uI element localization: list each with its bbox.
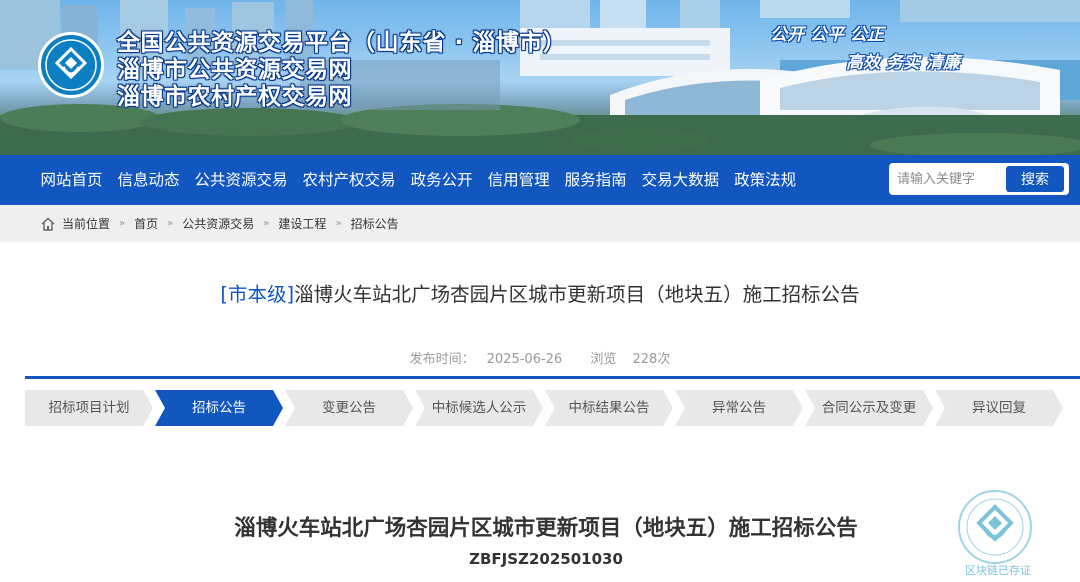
slogan-line1: 公开 公平 公正 [770,25,884,45]
nav-item-gov-affairs[interactable]: 政务公开 [403,155,480,205]
document-title: 淄博火车站北广场杏园片区城市更新项目（地块五）施工招标公告 [234,516,858,541]
divider [25,376,1080,379]
search-input[interactable] [897,167,997,191]
breadcrumb-label: 当前位置 [62,217,111,231]
page-title-text: 淄博火车站北广场杏园片区城市更新项目（地块五）施工招标公告 [294,283,860,306]
publish-date: 2025-06-26 [486,352,563,367]
chevron-right-icon: » [263,218,270,229]
chevron-right-icon: » [335,218,342,229]
breadcrumb-tender-notice[interactable]: 招标公告 [351,215,399,232]
site-logo[interactable] [38,32,104,98]
tab-award-result[interactable]: 中标结果公告 [545,390,673,426]
breadcrumb-construction[interactable]: 建设工程 [278,215,326,232]
tab-project-plan[interactable]: 招标项目计划 [25,390,153,426]
process-tabs: 招标项目计划 招标公告 变更公告 中标候选人公示 中标结果公告 异常公告 合同公… [25,390,1080,426]
site-title-rural: 淄博市农村产权交易网 [117,84,352,110]
nav-item-public-resource[interactable]: 公共资源交易 [187,155,295,205]
search-box: 搜索 [889,163,1069,195]
tab-exception-notice[interactable]: 异常公告 [675,390,803,426]
site-title-national: 全国公共资源交易平台（山东省 · 淄博市） [117,30,567,56]
slogan-line2: 高效 务实 清廉 [846,53,960,73]
chevron-right-icon: » [167,218,174,229]
document-code: ZBFJSZ202501030 [469,550,623,568]
tab-change-notice[interactable]: 变更公告 [285,390,413,426]
nav-item-policy[interactable]: 政策法规 [727,155,804,205]
search-button[interactable]: 搜索 [1006,166,1064,192]
chevron-right-icon: » [119,218,126,229]
tab-objection-reply[interactable]: 异议回复 [935,390,1063,426]
publish-label: 发布时间： [409,352,475,367]
breadcrumb-public-resource[interactable]: 公共资源交易 [182,215,254,232]
tab-candidate-publicity[interactable]: 中标候选人公示 [415,390,543,426]
page-title: [市本级]淄博火车站北广场杏园片区城市更新项目（地块五）施工招标公告 [0,278,1080,307]
nav-items: 网站首页 信息动态 公共资源交易 农村产权交易 政务公开 信用管理 服务指南 交… [33,155,804,205]
logo-emblem-icon [45,39,97,91]
article-meta: 发布时间： 2025-06-26 浏览 228次 [0,348,1080,367]
views-label: 浏览 [590,352,617,367]
nav-item-news[interactable]: 信息动态 [110,155,187,205]
breadcrumb-home[interactable]: 首页 [134,215,158,232]
site-titles: 全国公共资源交易平台（山东省 · 淄博市） 淄博市公共资源交易网 淄博市农村产权… [117,30,566,111]
nav-item-home[interactable]: 网站首页 [33,155,110,205]
breadcrumb-bar: 当前位置 » 首页 » 公共资源交易 » 建设工程 » 招标公告 [0,205,1080,242]
header-banner: 全国公共资源交易平台（山东省 · 淄博市） 淄博市公共资源交易网 淄博市农村产权… [0,0,1080,155]
breadcrumb: 当前位置 » 首页 » 公共资源交易 » 建设工程 » 招标公告 [40,205,399,242]
tab-contract-publicity[interactable]: 合同公示及变更 [805,390,933,426]
nav-item-service-guide[interactable]: 服务指南 [557,155,634,205]
views-count: 228次 [632,352,671,367]
tab-tender-notice[interactable]: 招标公告 [155,390,283,426]
site-title-city: 淄博市公共资源交易网 [117,57,352,83]
nav-item-big-data[interactable]: 交易大数据 [634,155,727,205]
stamp-label: 区块链已存证 [965,564,1031,577]
blockchain-stamp-icon [958,490,1032,564]
level-tag: [市本级] [220,283,295,306]
nav-item-rural-property[interactable]: 农村产权交易 [295,155,403,205]
home-icon [41,217,55,231]
nav-item-credit[interactable]: 信用管理 [480,155,557,205]
